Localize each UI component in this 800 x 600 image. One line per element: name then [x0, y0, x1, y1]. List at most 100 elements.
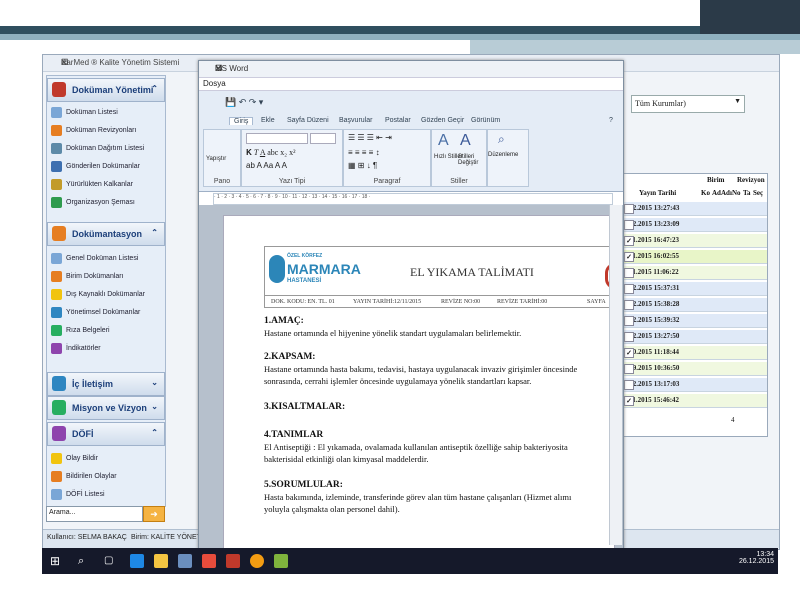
paste-button[interactable]: Yapıştır	[206, 156, 226, 162]
row-select-checkbox[interactable]	[624, 316, 634, 326]
table-row[interactable]: 2.12.2015 15:39:32	[621, 314, 767, 328]
tab-page-layout[interactable]: Sayfa Düzeni	[287, 117, 329, 124]
task-view-icon[interactable]: ▢	[104, 554, 118, 568]
document-page[interactable]: ÖZEL KÖRFEZ MARMARA HASTANESİ EL YIKAMA …	[223, 215, 618, 549]
table-row[interactable]: 1.10.2015 11:18:44 ✓	[621, 346, 767, 360]
karmed-app-icon[interactable]	[274, 554, 288, 568]
group-mission-vision[interactable]: Misyon ve Vizyon ⌄	[47, 396, 165, 420]
table-row[interactable]: 2.12.2015 13:27:50	[621, 330, 767, 344]
font-name-input[interactable]	[246, 133, 308, 144]
collapse-icon[interactable]: ⌃	[151, 428, 158, 437]
group-editing: ⌕ Düzenleme	[487, 129, 529, 187]
table-row[interactable]: 2.12.2015 13:27:43	[621, 202, 767, 216]
grid-col-publish-date[interactable]: Yayın Tarihi	[639, 189, 676, 197]
editing-button[interactable]: Düzenleme	[488, 152, 518, 158]
quick-access-toolbar[interactable]: 💾 ↶ ↷ ▾	[225, 97, 263, 108]
row-select-checkbox[interactable]	[624, 300, 634, 310]
grid-group-header-unit: Birim	[707, 176, 725, 184]
windows-start-icon[interactable]: ⊞	[50, 554, 64, 568]
row-select-checkbox[interactable]	[624, 380, 634, 390]
row-select-checkbox[interactable]: ✓	[624, 396, 634, 406]
row-select-checkbox[interactable]: ✓	[624, 236, 634, 246]
row-select-checkbox[interactable]	[624, 220, 634, 230]
table-row[interactable]: 2.11.2015 16:02:55 ✓	[621, 250, 767, 264]
change-styles-icon[interactable]: A	[460, 132, 471, 150]
row-select-checkbox[interactable]	[624, 332, 634, 342]
table-row[interactable]: 2.12.2015 15:37:31	[621, 282, 767, 296]
header-stripe-accent	[470, 40, 800, 54]
group-internal-communication[interactable]: İç İletişim ⌄	[47, 372, 165, 396]
word-menu-bar: Dosya	[199, 78, 623, 91]
collapse-icon[interactable]: ⌃	[151, 228, 158, 237]
row-select-checkbox[interactable]	[624, 364, 634, 374]
table-row[interactable]: 2.12.2015 15:38:28	[621, 298, 767, 312]
table-row[interactable]: 6.09.2015 10:36:50	[621, 362, 767, 376]
grid-col-ad[interactable]: Ad	[712, 189, 721, 197]
mission-icon	[52, 400, 66, 415]
section-text: Hastane ortamında el hijyenine yönelik s…	[264, 328, 522, 338]
grid-col-ta[interactable]: Ta	[743, 189, 751, 197]
vertical-scrollbar[interactable]	[609, 205, 622, 545]
quick-styles-icon[interactable]: A	[438, 132, 449, 150]
app-icon[interactable]	[178, 554, 192, 568]
arrow-right-icon: ➜	[150, 509, 158, 519]
institution-combo[interactable]: Tüm Kurumlar) ▼	[631, 95, 745, 113]
status-user: Kullanıcı: SELMA BAKAÇ	[47, 534, 127, 541]
font-size-input[interactable]	[310, 133, 336, 144]
row-select-checkbox[interactable]	[624, 284, 634, 294]
table-row[interactable]: 2.12.2015 13:23:09	[621, 218, 767, 232]
edge-icon[interactable]	[130, 554, 144, 568]
chrome-icon[interactable]	[250, 554, 264, 568]
search-icon[interactable]: ⌕	[78, 554, 92, 568]
expand-icon[interactable]: ⌄	[151, 378, 158, 387]
meta-page: SAYFA	[587, 299, 606, 305]
tab-view[interactable]: Görünüm	[471, 117, 500, 124]
expand-icon[interactable]: ⌄	[151, 402, 158, 411]
tab-review[interactable]: Gözden Geçir	[421, 117, 464, 124]
table-row[interactable]: 6.11.2015 16:47:23 ✓	[621, 234, 767, 248]
system-tray[interactable]: 13:34 26.12.2015	[739, 551, 774, 565]
close-icon[interactable]: ✕	[215, 64, 617, 73]
app-icon[interactable]	[226, 554, 240, 568]
list-buttons[interactable]: ☰ ☰ ☰ ⇤ ⇥	[348, 133, 392, 142]
row-select-checkbox[interactable]: ✓	[624, 348, 634, 358]
table-row[interactable]: 6.12.2015 13:17:03	[621, 378, 767, 392]
word-titlebar: MS Word ▭ ❐ ✕	[199, 61, 623, 78]
grid-col-adi[interactable]: Adı	[721, 189, 732, 197]
collapse-icon[interactable]: ⌃	[151, 84, 158, 93]
document-area: ÖZEL KÖRFEZ MARMARA HASTANESİ EL YIKAMA …	[199, 205, 623, 549]
tab-references[interactable]: Başvurular	[339, 117, 372, 124]
group-dofi[interactable]: DÖFİ ⌃	[47, 422, 165, 446]
align-buttons[interactable]: ≡ ≡ ≡ ≡ ↕	[348, 148, 380, 157]
group-paragraph: ☰ ☰ ☰ ⇤ ⇥ ≡ ≡ ≡ ≡ ↕ ▦ ⊞ ↓ ¶ Paragraf	[343, 129, 431, 187]
grid-col-select[interactable]: Seç	[753, 189, 763, 197]
file-explorer-icon[interactable]	[154, 554, 168, 568]
shading-buttons[interactable]: ▦ ⊞ ↓ ¶	[348, 161, 377, 170]
table-row[interactable]: 0.11.2015 15:46:42 ✓	[621, 394, 767, 408]
search-input[interactable]: Arama...	[46, 506, 143, 522]
tab-home[interactable]: Giriş	[229, 117, 254, 125]
office-icon[interactable]	[202, 554, 216, 568]
search-go-button[interactable]: ➜	[143, 506, 165, 522]
grid-col-ko[interactable]: Ko	[701, 189, 710, 197]
row-select-checkbox[interactable]: ✓	[624, 252, 634, 262]
section-text: yoluyla çalışmakta olan personel dahil).	[264, 504, 400, 514]
font-color-buttons[interactable]: ab A Aa A A	[246, 161, 287, 170]
horizontal-ruler[interactable]: · 1 · 2 · 3 · 4 · 5 · 6 · 7 · 8 · 9 · 10…	[213, 193, 613, 205]
row-select-checkbox[interactable]	[624, 204, 634, 214]
help-icon[interactable]: ?	[609, 117, 613, 124]
table-row[interactable]: 2.11.2015 11:06:22	[621, 266, 767, 280]
group-documentation[interactable]: Dokümantasyon ⌃	[47, 222, 165, 246]
header-corner-block	[700, 0, 800, 34]
grid-footer-count: 4	[731, 416, 735, 424]
grid-col-no[interactable]: No	[732, 189, 741, 197]
menu-dosya[interactable]: Dosya	[203, 79, 226, 88]
row-select-checkbox[interactable]	[624, 268, 634, 278]
logo-sub: HASTANESİ	[287, 278, 322, 284]
tab-insert[interactable]: Ekle	[261, 117, 275, 124]
communication-icon	[52, 376, 66, 391]
binoculars-icon[interactable]: ⌕	[498, 132, 505, 147]
tab-mailings[interactable]: Postalar	[385, 117, 411, 124]
format-buttons[interactable]: 𝐊 T A abc x₂ x²	[246, 148, 295, 158]
group-document-management[interactable]: Doküman Yönetimi ⌃	[47, 78, 165, 102]
